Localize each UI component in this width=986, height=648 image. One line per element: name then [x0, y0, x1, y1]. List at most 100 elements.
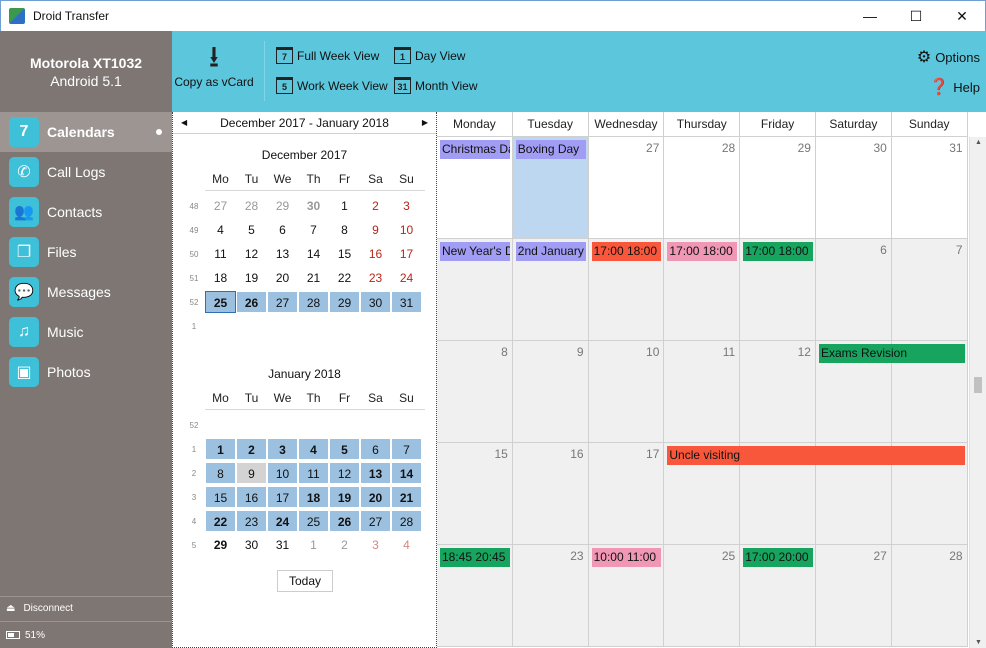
day-cell[interactable]: 6 — [816, 239, 892, 341]
day-cell[interactable]: 9 — [512, 341, 589, 443]
mini-day[interactable]: 7 — [298, 219, 329, 241]
calendar-event[interactable]: 17:00 18:00 — [591, 242, 662, 261]
day-cell[interactable]: 11 — [664, 341, 741, 443]
mini-day[interactable]: 22 — [329, 267, 360, 289]
mini-day[interactable]: 27 — [360, 510, 391, 532]
mini-day[interactable]: 29 — [205, 534, 236, 556]
sidebar-item-files[interactable]: ❐ Files — [0, 232, 172, 272]
day-cell[interactable]: 8 — [437, 341, 513, 443]
mini-day[interactable]: 19 — [329, 486, 360, 508]
day-cell[interactable]: 15 — [437, 443, 513, 545]
mini-day[interactable]: 31 — [267, 534, 298, 556]
calendar-event[interactable]: Uncle visiting — [667, 446, 965, 465]
mini-day[interactable]: 1 — [205, 438, 236, 460]
mini-day[interactable]: 9 — [360, 219, 391, 241]
mini-day[interactable]: 22 — [205, 510, 236, 532]
minimize-button[interactable]: — — [847, 1, 893, 31]
mini-day[interactable]: 2 — [329, 534, 360, 556]
vertical-scrollbar[interactable]: ▲ ▼ — [969, 137, 986, 648]
calendar-event[interactable]: Christmas Day — [440, 140, 510, 159]
mini-day[interactable]: 14 — [391, 462, 422, 484]
mini-day[interactable]: 4 — [298, 438, 329, 460]
scroll-down-icon[interactable]: ▼ — [975, 639, 982, 646]
mini-day[interactable]: 30 — [360, 291, 391, 313]
mini-day[interactable]: 6 — [360, 438, 391, 460]
mini-day[interactable]: 16 — [360, 243, 391, 265]
day-cell[interactable]: 31 — [891, 137, 968, 239]
mini-day[interactable]: 25 — [205, 291, 236, 313]
sidebar-item-call-logs[interactable]: ✆ Call Logs — [0, 152, 172, 192]
mini-day[interactable]: 23 — [360, 267, 391, 289]
calendar-event[interactable]: 2nd January — [515, 242, 586, 261]
mini-day[interactable]: 16 — [236, 486, 267, 508]
mini-day[interactable]: 19 — [236, 267, 267, 289]
mini-day[interactable]: 12 — [329, 462, 360, 484]
sidebar-item-music[interactable]: ♫ Music — [0, 312, 172, 352]
calendar-event[interactable]: New Year's Day — [440, 242, 510, 261]
disconnect-button[interactable]: ⏏ Disconnect — [0, 596, 172, 620]
day-cell[interactable]: 27 — [588, 137, 665, 239]
mini-day[interactable]: 15 — [205, 486, 236, 508]
mini-day[interactable]: 25 — [298, 510, 329, 532]
mini-day[interactable]: 3 — [360, 534, 391, 556]
mini-day[interactable]: 20 — [267, 267, 298, 289]
mini-day[interactable]: 2 — [360, 195, 391, 217]
calendar-event[interactable]: 18:45 20:45 — [440, 548, 510, 567]
mini-day[interactable]: 6 — [267, 219, 298, 241]
mini-day[interactable]: 7 — [391, 438, 422, 460]
day-cell[interactable]: 30 — [816, 137, 892, 239]
day-cell[interactable]: 23 — [512, 545, 589, 647]
mini-day[interactable]: 17 — [267, 486, 298, 508]
mini-day[interactable]: 18 — [205, 267, 236, 289]
close-button[interactable]: ✕ — [939, 1, 985, 31]
sidebar-item-messages[interactable]: 💬 Messages — [0, 272, 172, 312]
mini-day[interactable]: 21 — [298, 267, 329, 289]
mini-day[interactable]: 15 — [329, 243, 360, 265]
mini-day[interactable]: 18 — [298, 486, 329, 508]
mini-day[interactable]: 8 — [205, 462, 236, 484]
mini-day[interactable]: 21 — [391, 486, 422, 508]
mini-day[interactable]: 3 — [267, 438, 298, 460]
day-cell[interactable]: 10 — [588, 341, 665, 443]
mini-day[interactable]: 30 — [236, 534, 267, 556]
mini-day[interactable]: 26 — [236, 291, 267, 313]
maximize-button[interactable]: ☐ — [893, 1, 939, 31]
mini-day[interactable]: 30 — [298, 195, 329, 217]
work-week-view-button[interactable]: 5 Work Week View — [276, 77, 388, 94]
calendar-event[interactable]: Boxing Day — [515, 140, 586, 159]
mini-day[interactable]: 28 — [298, 291, 329, 313]
sidebar-item-photos[interactable]: ▣ Photos — [0, 352, 172, 392]
mini-day[interactable]: 13 — [267, 243, 298, 265]
mini-day[interactable]: 13 — [360, 462, 391, 484]
mini-day[interactable]: 3 — [391, 195, 422, 217]
day-cell[interactable]: 28 — [891, 545, 968, 647]
mini-day[interactable]: 28 — [391, 510, 422, 532]
mini-day[interactable]: 5 — [329, 438, 360, 460]
mini-day[interactable]: 10 — [267, 462, 298, 484]
mini-day[interactable]: 11 — [298, 462, 329, 484]
mini-day[interactable]: 20 — [360, 486, 391, 508]
today-button[interactable]: Today — [277, 570, 333, 592]
sidebar-item-calendars[interactable]: 7 Calendars — [0, 112, 172, 152]
mini-day[interactable]: 8 — [329, 219, 360, 241]
day-view-button[interactable]: 1 Day View — [394, 47, 465, 64]
copy-vcard-button[interactable]: ⭳ Copy as vCard — [172, 41, 256, 89]
day-cell[interactable]: 16 — [512, 443, 589, 545]
day-cell[interactable]: 7 — [891, 239, 968, 341]
mini-day[interactable]: 29 — [329, 291, 360, 313]
calendar-event[interactable]: 17:00 18:00 — [667, 242, 738, 261]
calendar-event[interactable]: 17:00 18:00 — [743, 242, 813, 261]
calendar-event[interactable]: Exams Revision — [819, 344, 965, 363]
day-cell[interactable]: 29 — [740, 137, 816, 239]
options-button[interactable]: ⚙ Options — [917, 47, 980, 67]
help-button[interactable]: ❓ Help — [929, 77, 980, 97]
mini-day[interactable]: 24 — [391, 267, 422, 289]
mini-day[interactable]: 5 — [236, 219, 267, 241]
day-cell[interactable]: 28 — [664, 137, 741, 239]
day-cell[interactable]: 27 — [816, 545, 892, 647]
mini-day[interactable]: 1 — [298, 534, 329, 556]
mini-day[interactable]: 29 — [267, 195, 298, 217]
scroll-up-icon[interactable]: ▲ — [975, 139, 982, 146]
day-cell[interactable]: 25 — [664, 545, 741, 647]
mini-day[interactable]: 17 — [391, 243, 422, 265]
